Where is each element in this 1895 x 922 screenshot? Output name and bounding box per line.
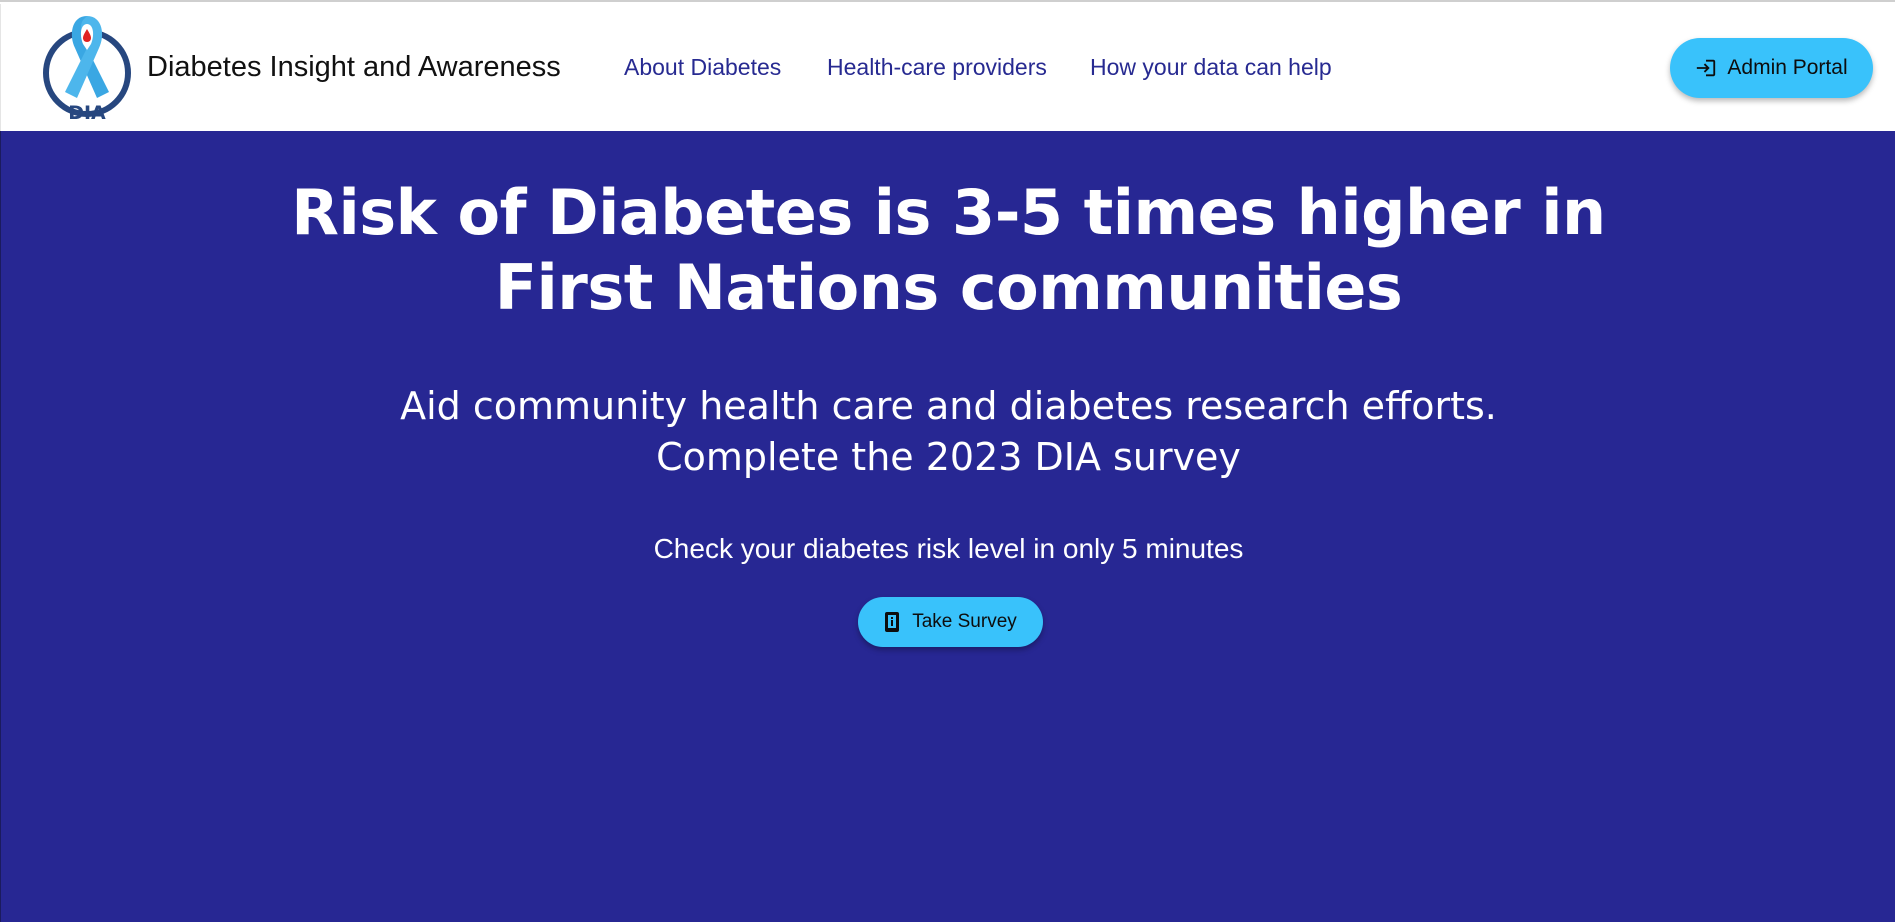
hero-subheading-line-2: Complete the 2023 DIA survey <box>656 435 1241 479</box>
admin-portal-label: Admin Portal <box>1727 56 1848 79</box>
nav-link-about-diabetes[interactable]: About Diabetes <box>624 54 781 81</box>
risk-check-text: Check your diabetes risk level in only 5… <box>653 533 1244 564</box>
take-survey-button[interactable]: Take Survey <box>858 597 1043 647</box>
take-survey-label: Take Survey <box>912 611 1017 632</box>
hero-section: Risk of Diabetes is 3-5 times higher in … <box>0 131 1895 922</box>
top-navbar: DIA Diabetes Insight and Awareness About… <box>0 4 1895 131</box>
page: DIA Diabetes Insight and Awareness About… <box>0 0 1895 922</box>
nav-link-how-your-data-can-help[interactable]: How your data can help <box>1090 54 1332 81</box>
nav-link-health-care-providers[interactable]: Health-care providers <box>827 54 1047 81</box>
ribbon-logo-icon: DIA <box>43 16 131 124</box>
hero-heading-line-1: Risk of Diabetes is 3-5 times higher in <box>291 176 1606 249</box>
hero-heading: Risk of Diabetes is 3-5 times higher in … <box>1 175 1895 325</box>
hero-subheading: Aid community health care and diabetes r… <box>1 381 1895 483</box>
svg-text:DIA: DIA <box>68 102 106 122</box>
site-title[interactable]: Diabetes Insight and Awareness <box>147 51 561 84</box>
dia-logo[interactable]: DIA <box>41 12 133 124</box>
hero-heading-line-2: First Nations communities <box>494 251 1403 324</box>
phone-icon <box>884 611 900 633</box>
hero-subheading-line-1: Aid community health care and diabetes r… <box>400 384 1497 428</box>
login-icon <box>1695 57 1717 79</box>
admin-portal-button[interactable]: Admin Portal <box>1670 38 1873 98</box>
